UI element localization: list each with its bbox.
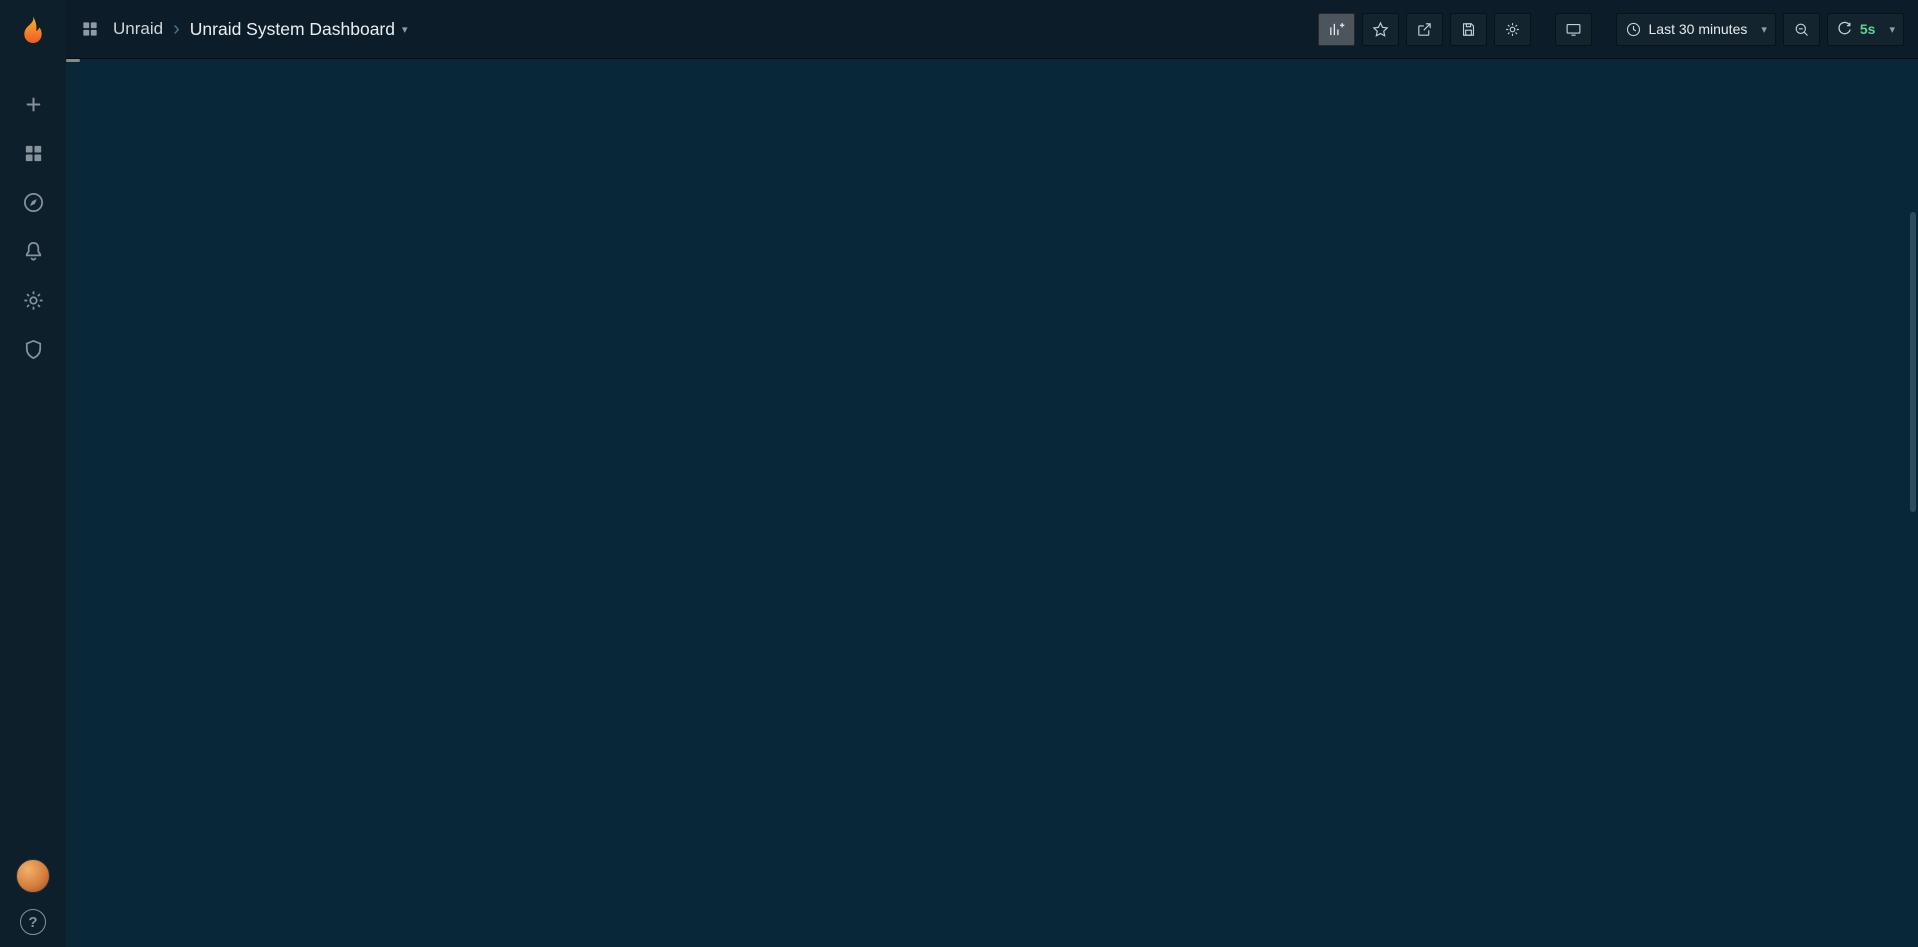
zoom-out-button[interactable] <box>1783 13 1820 46</box>
time-range-label: Last 30 minutes <box>1649 21 1748 37</box>
share-button[interactable] <box>1406 13 1443 46</box>
configuration-gear-icon[interactable] <box>19 286 47 314</box>
help-icon[interactable]: ? <box>20 909 46 935</box>
dashboards-icon[interactable] <box>19 139 47 167</box>
caret-down-icon: ▾ <box>1889 23 1895 36</box>
grafana-app: ? Unraid › Unraid System Dashboard ▾ <box>0 0 1918 947</box>
star-button[interactable] <box>1362 13 1399 46</box>
grafana-logo-icon[interactable] <box>2 0 64 62</box>
dashboard-canvas: kWh Price 0.65▾ Currency kr▾ UPS Max Out… <box>66 59 80 62</box>
breadcrumb-separator: › <box>173 18 180 41</box>
refresh-interval-label: 5s <box>1860 21 1876 37</box>
user-avatar[interactable] <box>16 859 50 893</box>
nav-actions: Last 30 minutes ▾ 5s ▾ <box>1318 13 1904 46</box>
apps-grid-icon[interactable] <box>80 19 100 39</box>
cycle-view-monitor-button[interactable] <box>1555 13 1592 46</box>
breadcrumb-app[interactable]: Unraid <box>113 19 163 39</box>
caret-down-icon[interactable]: ▾ <box>402 23 408 36</box>
page-scrollbar-thumb[interactable] <box>1910 212 1916 512</box>
dashboard-settings-button[interactable] <box>1494 13 1531 46</box>
caret-down-icon: ▾ <box>1761 23 1767 36</box>
alerting-bell-icon[interactable] <box>19 237 47 265</box>
plus-icon[interactable] <box>19 90 47 118</box>
server-admin-shield-icon[interactable] <box>19 335 47 363</box>
explore-compass-icon[interactable] <box>19 188 47 216</box>
dashboard-title[interactable]: Unraid System Dashboard <box>190 19 395 40</box>
top-navbar: Unraid › Unraid System Dashboard ▾ Last … <box>66 0 1918 59</box>
save-button[interactable] <box>1450 13 1487 46</box>
refresh-button[interactable]: 5s ▾ <box>1827 13 1904 46</box>
sidebar: ? <box>0 0 66 947</box>
time-range-picker[interactable]: Last 30 minutes ▾ <box>1616 13 1776 46</box>
add-panel-button[interactable] <box>1318 13 1355 46</box>
